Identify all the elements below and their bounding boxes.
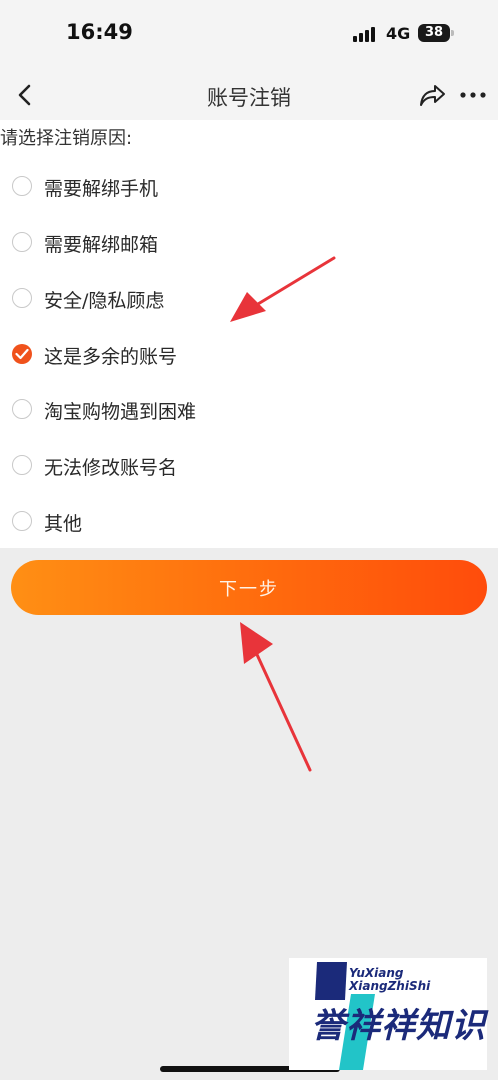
reason-option[interactable]: 其他 [0,498,498,546]
status-time: 16:49 [66,20,133,44]
annotation-arrow-icon [240,622,312,772]
reason-label: 需要解绑手机 [44,178,159,200]
watermark-text: XiangZhiShi [349,979,431,993]
battery-icon: 38 [418,24,450,42]
radio-unchecked-icon[interactable] [12,176,32,196]
reason-option[interactable]: 需要解绑手机 [0,163,498,211]
battery-tip [451,30,454,36]
reason-label: 这是多余的账号 [44,346,178,368]
reason-option[interactable]: 无法修改账号名 [0,442,498,490]
reason-prompt: 请选择注销原因: [0,128,133,149]
reason-option[interactable]: 需要解绑邮箱 [0,219,498,267]
reason-label: 需要解绑邮箱 [44,234,159,256]
share-button[interactable] [416,80,448,110]
more-button[interactable] [458,80,488,110]
radio-unchecked-icon[interactable] [12,399,32,419]
reason-option-selected[interactable]: 这是多余的账号 [0,331,498,379]
radio-unchecked-icon[interactable] [12,455,32,475]
reason-option[interactable]: 淘宝购物遇到困难 [0,386,498,434]
radio-unchecked-icon[interactable] [12,511,32,531]
watermark-text: 誉祥祥知识 [311,1006,486,1046]
network-type: 4G [386,24,411,43]
status-bar: 16:49 4G 38 [0,0,498,68]
signal-icon [353,26,377,42]
reason-label: 安全/隐私顾虑 [44,290,165,312]
reason-label: 淘宝购物遇到困难 [44,401,197,423]
battery-level: 38 [424,25,444,40]
next-step-button[interactable]: 下一步 [11,560,487,615]
radio-unchecked-icon[interactable] [12,232,32,252]
radio-unchecked-icon[interactable] [12,288,32,308]
reason-label: 其他 [44,513,83,535]
reason-label: 无法修改账号名 [44,457,178,479]
reason-list: 请选择注销原因: 需要解绑手机 需要解绑邮箱 安全/隐私顾虑 这是多余的账号 淘… [0,120,498,548]
watermark-text: YuXiang [349,966,404,980]
share-icon [420,85,445,106]
watermark-logo: YuXiang XiangZhiShi 誉祥祥知识 [289,958,487,1070]
reason-option[interactable]: 安全/隐私顾虑 [0,275,498,323]
nav-bar: 账号注销 [0,68,498,122]
more-icon [460,92,486,98]
radio-checked-icon[interactable] [12,344,32,364]
